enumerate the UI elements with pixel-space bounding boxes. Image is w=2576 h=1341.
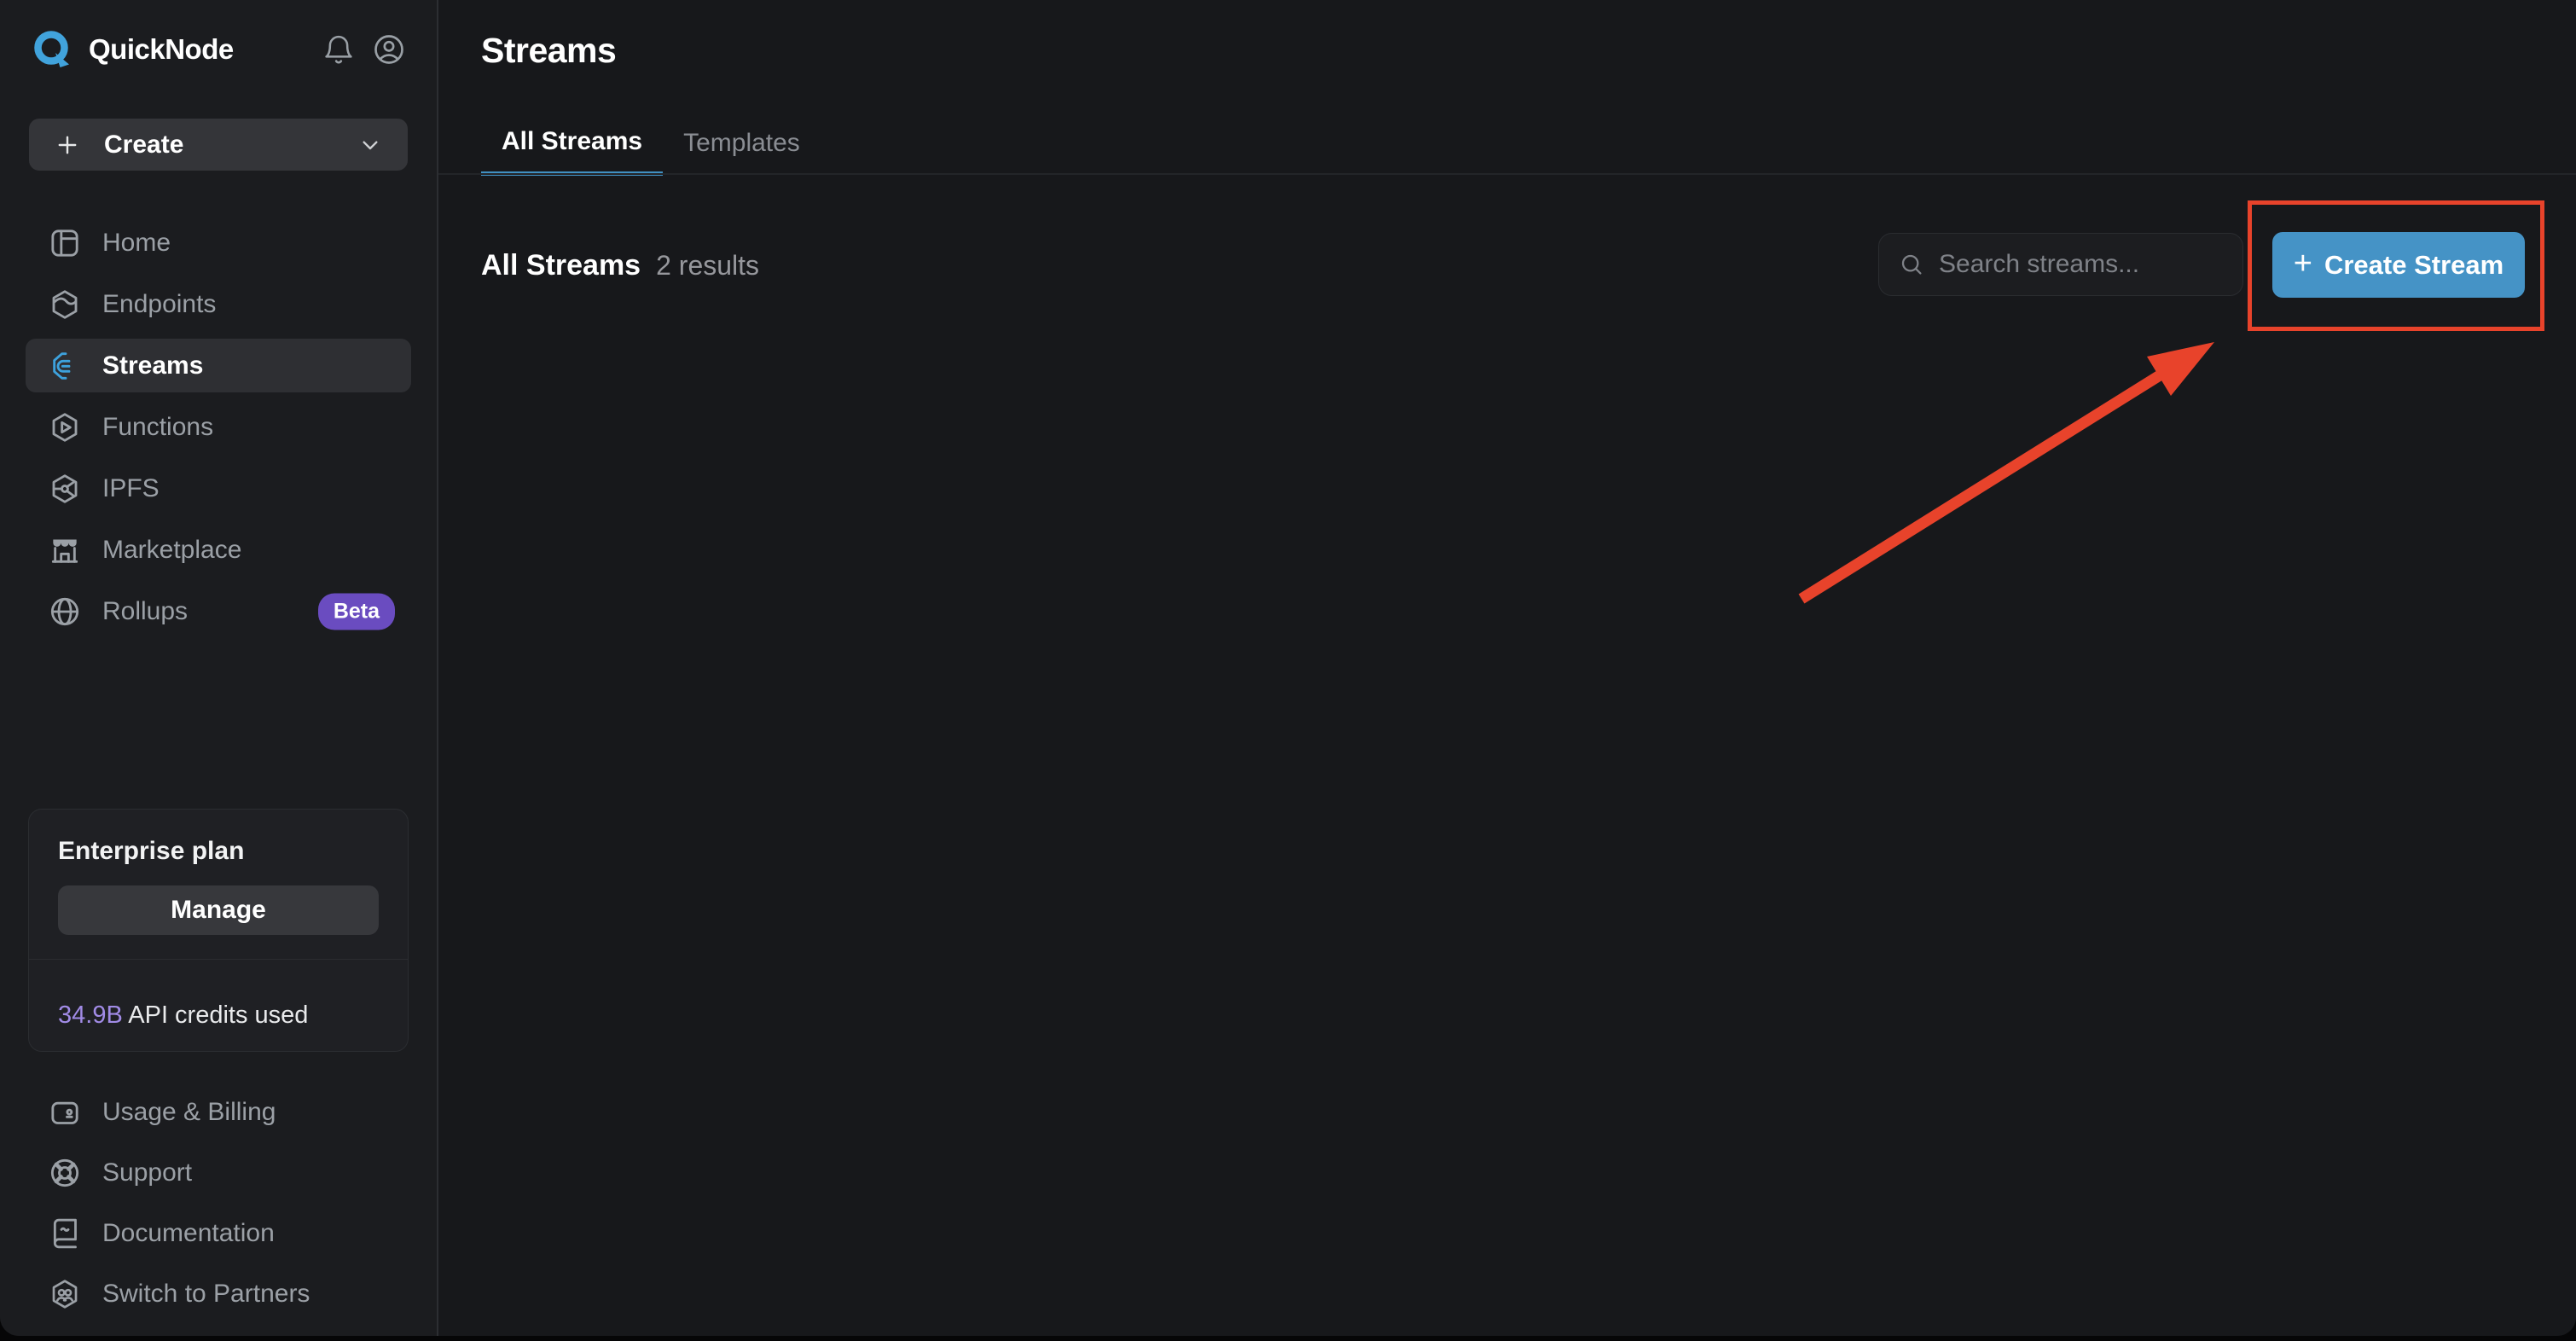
sidebar-item-label: Documentation xyxy=(102,1219,275,1248)
manage-plan-button[interactable]: Manage xyxy=(58,885,379,935)
create-button-label: Create xyxy=(104,131,183,160)
sidebar-item-label: IPFS xyxy=(102,474,160,503)
results-heading-title: All Streams xyxy=(481,249,641,282)
lifebuoy-icon xyxy=(48,1156,82,1190)
account-button[interactable] xyxy=(372,32,406,67)
search-icon xyxy=(1898,251,1925,278)
annotation-arrow xyxy=(1749,324,2277,631)
sidebar-item-marketplace[interactable]: Marketplace xyxy=(26,523,411,577)
marketplace-icon xyxy=(48,533,82,567)
tab-bar: All Streams Templates xyxy=(481,111,821,176)
sidebar-item-home[interactable]: Home xyxy=(26,216,411,270)
partners-icon xyxy=(48,1277,82,1311)
sidebar-item-streams[interactable]: Streams xyxy=(26,339,411,392)
page-title: Streams xyxy=(481,31,616,71)
sidebar-item-label: Support xyxy=(102,1158,192,1187)
sidebar-item-usage-billing[interactable]: Usage & Billing xyxy=(26,1085,411,1139)
tab-templates[interactable]: Templates xyxy=(663,111,821,176)
sidebar-item-label: Marketplace xyxy=(102,536,241,565)
plus-icon xyxy=(53,131,82,160)
tab-bar-divider xyxy=(438,173,2576,175)
api-credits: 34.9B API credits used xyxy=(58,1001,308,1030)
search-input[interactable] xyxy=(1939,250,2268,279)
sidebar-item-label: Usage & Billing xyxy=(102,1098,276,1127)
tab-all-streams[interactable]: All Streams xyxy=(481,111,663,176)
quicknode-logo[interactable]: QuickNode xyxy=(31,28,234,71)
main-content: Streams All Streams Templates All Stream… xyxy=(438,0,2576,1336)
sidebar-item-support[interactable]: Support xyxy=(26,1146,411,1199)
sidebar-item-rollups[interactable]: Rollups Beta xyxy=(26,584,411,638)
notifications-button[interactable] xyxy=(322,33,355,66)
sidebar-item-label: Home xyxy=(102,229,171,258)
sidebar-item-endpoints[interactable]: Endpoints xyxy=(26,277,411,331)
book-icon xyxy=(48,1216,82,1251)
sidebar: QuickNode xyxy=(0,0,438,1336)
ipfs-icon xyxy=(48,472,82,506)
bell-icon xyxy=(322,33,355,66)
sidebar-item-label: Functions xyxy=(102,413,213,442)
sidebar-header: QuickNode xyxy=(0,0,437,99)
api-credits-value: 34.9B xyxy=(58,1001,123,1029)
brand-name: QuickNode xyxy=(89,33,234,66)
endpoints-icon xyxy=(48,287,82,322)
plus-icon: + xyxy=(2294,247,2312,280)
functions-icon xyxy=(48,410,82,444)
sidebar-item-label: Switch to Partners xyxy=(102,1280,310,1309)
rollups-icon xyxy=(48,595,82,629)
beta-badge: Beta xyxy=(318,593,395,630)
plan-card: Enterprise plan Manage 34.9B API credits… xyxy=(28,809,409,1052)
create-button[interactable]: Create xyxy=(29,119,408,171)
results-heading: All Streams 2 results xyxy=(481,231,759,299)
wallet-icon xyxy=(48,1095,82,1129)
sidebar-item-label: Endpoints xyxy=(102,290,216,319)
quicknode-q-icon xyxy=(31,28,73,71)
user-avatar-icon xyxy=(372,32,406,67)
create-stream-button[interactable]: + Create Stream xyxy=(2272,232,2525,298)
home-icon xyxy=(48,226,82,260)
sidebar-item-ipfs[interactable]: IPFS xyxy=(26,462,411,515)
results-count: 2 results xyxy=(656,250,759,282)
plan-name: Enterprise plan xyxy=(58,837,244,866)
quicknode-app: QuickNode xyxy=(0,0,2576,1336)
search-box xyxy=(1878,233,2243,296)
sidebar-item-label: Streams xyxy=(102,351,203,380)
top-icons xyxy=(322,32,406,67)
sidebar-item-documentation[interactable]: Documentation xyxy=(26,1206,411,1260)
sidebar-item-label: Rollups xyxy=(102,597,188,626)
plan-card-divider xyxy=(29,959,408,960)
sidebar-footer-nav: Usage & Billing Support xyxy=(26,1085,411,1327)
sidebar-nav: Home Endpoints xyxy=(26,216,411,646)
api-credits-label: API credits used xyxy=(123,1001,309,1029)
chevron-down-icon xyxy=(357,131,384,159)
sidebar-item-functions[interactable]: Functions xyxy=(26,400,411,454)
sidebar-item-switch-to-partners[interactable]: Switch to Partners xyxy=(26,1267,411,1321)
streams-icon xyxy=(48,349,82,383)
create-stream-label: Create Stream xyxy=(2324,250,2503,281)
